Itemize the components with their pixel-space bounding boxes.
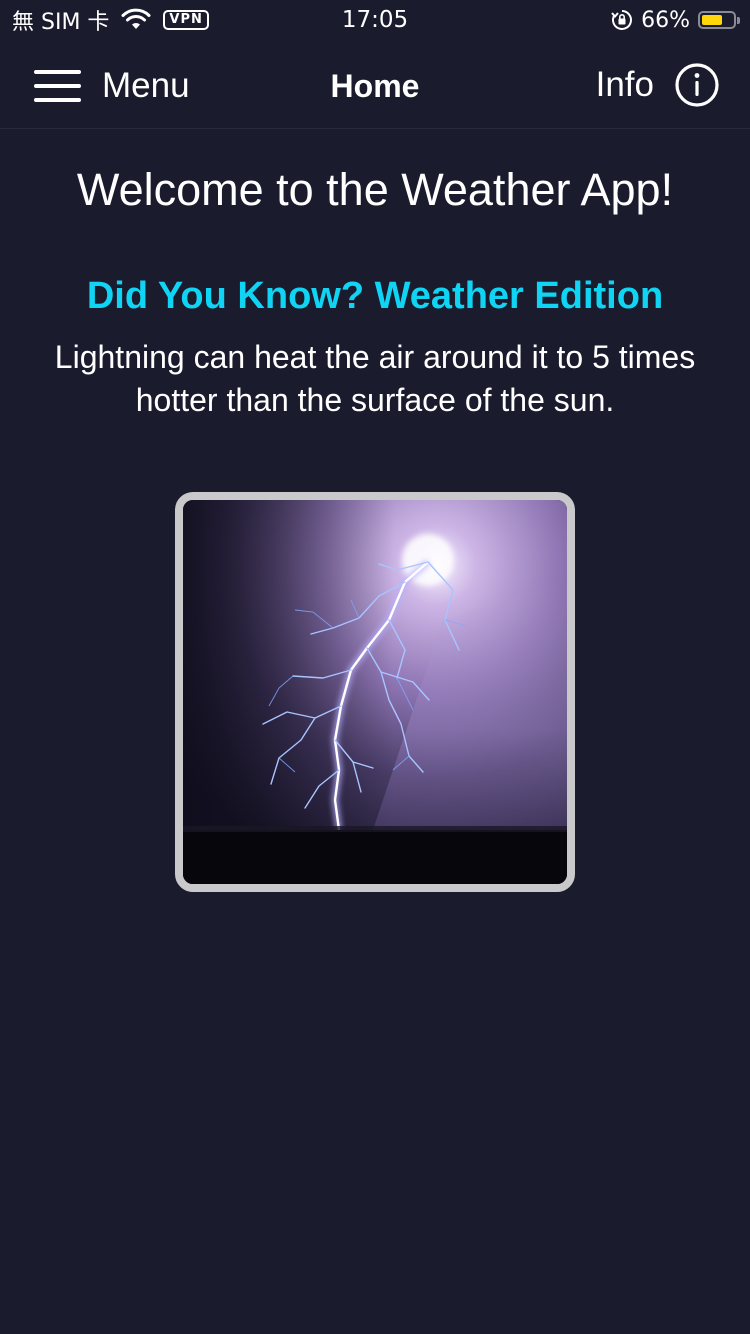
fact-text: Lightning can heat the air around it to … — [54, 339, 696, 418]
battery-percent: 66% — [641, 7, 690, 33]
status-bar: 無 SIM 卡 VPN 17:05 66% — [0, 0, 750, 40]
status-right: 66% — [611, 6, 740, 34]
fact-heading: Did You Know? Weather Edition — [86, 275, 664, 317]
info-circle-icon — [675, 63, 719, 107]
orientation-lock-icon — [611, 10, 633, 30]
app-screen: 無 SIM 卡 VPN 17:05 66% Menu Home Info Wel… — [0, 0, 750, 1334]
info-label: Info — [595, 65, 654, 104]
info-button[interactable]: Info — [596, 62, 720, 108]
lightning-image — [183, 500, 567, 884]
lightning-photo — [175, 492, 575, 892]
welcome-heading: Welcome to the Weather App! — [76, 164, 674, 215]
battery-fill — [702, 15, 722, 25]
battery-icon — [698, 11, 740, 29]
battery-tip — [737, 17, 740, 24]
navigation-bar: Menu Home Info — [0, 40, 750, 129]
